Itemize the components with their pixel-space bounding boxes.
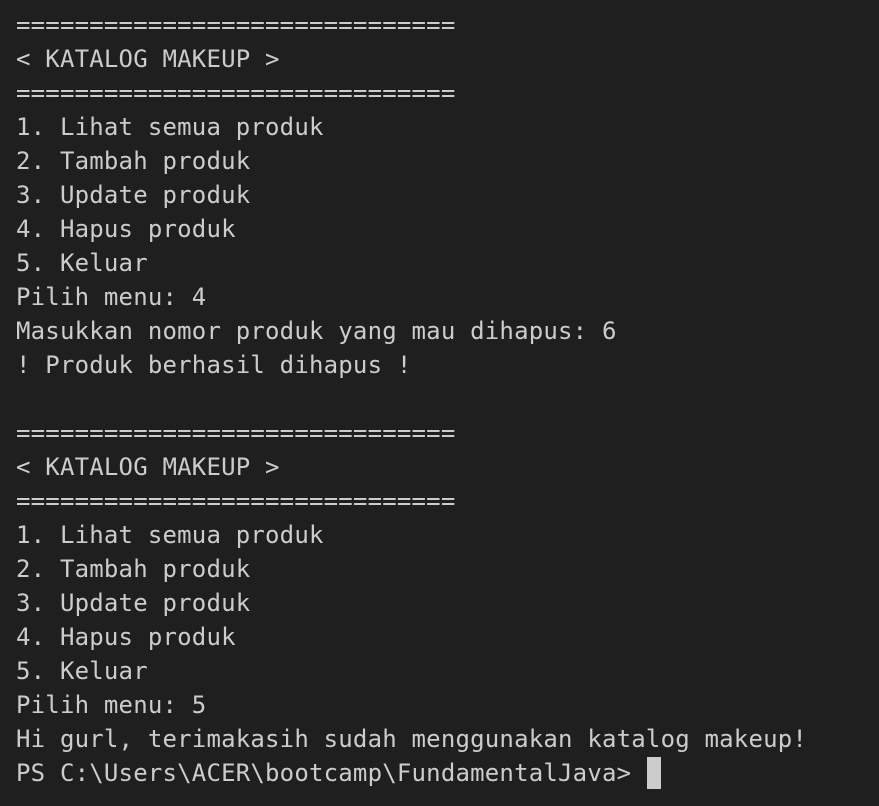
separator-line: ============================== bbox=[16, 11, 456, 39]
menu-item: 1. Lihat semua produk bbox=[16, 113, 324, 141]
separator-line: ============================== bbox=[16, 487, 456, 515]
separator-line: ============================== bbox=[16, 419, 456, 447]
menu-choice-line: Pilih menu: 5 bbox=[16, 691, 207, 719]
menu-item: 5. Keluar bbox=[16, 657, 148, 685]
menu-item: 4. Hapus produk bbox=[16, 623, 236, 651]
menu-item: 2. Tambah produk bbox=[16, 147, 251, 175]
goodbye-message: Hi gurl, terimakasih sudah menggunakan k… bbox=[16, 725, 808, 753]
menu-item: 3. Update produk bbox=[16, 181, 251, 209]
menu-item: 1. Lihat semua produk bbox=[16, 521, 324, 549]
menu-item: 5. Keluar bbox=[16, 249, 148, 277]
terminal-window[interactable]: ============================== < KATALOG… bbox=[0, 0, 879, 806]
catalog-title: < KATALOG MAKEUP > bbox=[16, 453, 280, 481]
menu-item: 4. Hapus produk bbox=[16, 215, 236, 243]
shell-prompt-line[interactable]: PS C:\Users\ACER\bootcamp\FundamentalJav… bbox=[16, 756, 879, 790]
catalog-title: < KATALOG MAKEUP > bbox=[16, 45, 280, 73]
separator-line: ============================== bbox=[16, 79, 456, 107]
menu-item: 3. Update produk bbox=[16, 589, 251, 617]
shell-prompt: PS C:\Users\ACER\bootcamp\FundamentalJav… bbox=[16, 759, 632, 787]
delete-input-line: Masukkan nomor produk yang mau dihapus: … bbox=[16, 317, 617, 345]
text-cursor[interactable] bbox=[647, 757, 662, 789]
menu-item: 2. Tambah produk bbox=[16, 555, 251, 583]
status-message: ! Produk berhasil dihapus ! bbox=[16, 351, 412, 379]
menu-choice-line: Pilih menu: 4 bbox=[16, 283, 207, 311]
